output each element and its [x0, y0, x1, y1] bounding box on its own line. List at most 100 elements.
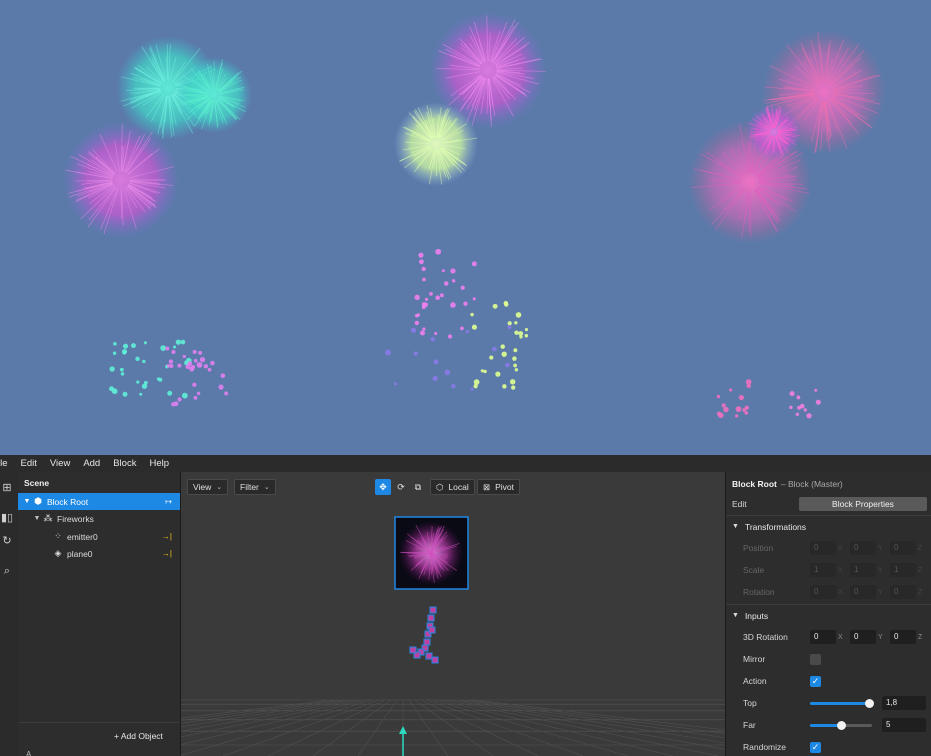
far-value-field[interactable]: 5: [882, 718, 926, 732]
tree-item-block-root[interactable]: ▼ ⬢ Block Root ↦: [18, 493, 180, 510]
firework-spark: [165, 346, 170, 351]
edit-label: Edit: [732, 499, 747, 509]
action-label: Action: [743, 676, 767, 686]
firework-spark: [492, 303, 498, 309]
move-tool-button[interactable]: ✥: [375, 479, 391, 495]
tree-item-plane0[interactable]: ◈ plane0 →|: [18, 545, 180, 562]
firework-spark: [803, 408, 807, 412]
firework-spark: [192, 349, 197, 355]
firework-spark: [119, 367, 124, 372]
scale-x-field[interactable]: 1: [810, 563, 836, 577]
top-value-field[interactable]: 1,8: [882, 696, 926, 710]
firework-spark: [814, 388, 818, 392]
firework-spark: [419, 330, 425, 336]
firework-spark: [515, 312, 522, 318]
menu-view[interactable]: View: [50, 458, 70, 469]
menu-add[interactable]: Add: [83, 458, 100, 469]
rotation3d-y-field[interactable]: 0: [850, 630, 876, 644]
scale-icon: ⧉: [414, 481, 422, 492]
firework-spark: [439, 293, 444, 298]
grid-line: [468, 699, 725, 734]
scale-y-field[interactable]: 1: [850, 563, 876, 577]
firework-spark: [185, 364, 191, 370]
block-properties-button[interactable]: Block Properties: [799, 497, 927, 511]
firework-spark: [721, 403, 726, 408]
tree-item-emitter0[interactable]: ⁘ emitter0 →|: [18, 528, 180, 545]
expand-arrow-icon[interactable]: ▼: [22, 498, 32, 505]
inputs-section[interactable]: ▼ Inputs: [726, 604, 931, 626]
rotation3d-x-field[interactable]: 0: [810, 630, 836, 644]
bars-icon[interactable]: ▮▯: [0, 511, 14, 525]
fireworks-preview-svg: [63, 12, 886, 419]
y-axis-arrow-icon[interactable]: [399, 726, 407, 734]
output-icon[interactable]: →|: [162, 549, 172, 558]
position-y-field[interactable]: 0: [850, 541, 876, 555]
top-slider-thumb[interactable]: [864, 698, 874, 708]
firework-spark: [742, 408, 747, 412]
emitter-particle-marker: [428, 626, 436, 634]
position-z-field[interactable]: 0: [890, 541, 916, 555]
3d-viewport[interactable]: View ⌄ Filter ⌄ ✥ ⟳ ⧉ ⬡ Local ⊠ Pivot: [181, 472, 725, 756]
firework-spark: [422, 327, 426, 331]
firework-spark: [509, 379, 516, 385]
section-label: Inputs: [744, 610, 769, 621]
fireworks-preview-canvas[interactable]: [0, 0, 931, 455]
rotation-x-field[interactable]: 0: [810, 585, 836, 599]
rotate-tool-button[interactable]: ⟳: [393, 479, 409, 495]
firework-spark: [495, 371, 501, 377]
scale-z-field[interactable]: 1: [890, 563, 916, 577]
grid-line: [474, 699, 725, 731]
rotation-z-field[interactable]: 0: [890, 585, 916, 599]
far-slider-thumb[interactable]: [837, 720, 846, 730]
top-slider[interactable]: [810, 698, 874, 708]
randomize-checkbox[interactable]: ✓: [810, 741, 821, 753]
expand-arrow-icon[interactable]: ▼: [32, 515, 42, 522]
firework-spark: [472, 297, 476, 301]
firework-spark: [451, 384, 456, 389]
transformations-section[interactable]: ▼ Transformations: [726, 515, 931, 537]
rotation-y-field[interactable]: 0: [850, 585, 876, 599]
output-icon[interactable]: →|: [162, 532, 172, 541]
refresh-icon[interactable]: ↻: [0, 534, 14, 548]
action-checkbox[interactable]: ✓: [810, 675, 821, 687]
firework-sparks: [109, 248, 821, 419]
firework-spark: [492, 346, 497, 352]
filter-dropdown[interactable]: Filter ⌄: [234, 479, 276, 495]
chevron-down-icon: ⌄: [263, 484, 270, 491]
rotation3d-z-field[interactable]: 0: [890, 630, 916, 644]
emitter-particle-marker: [427, 614, 435, 622]
add-object-button[interactable]: + Add Object: [114, 731, 163, 741]
local-space-button[interactable]: ⬡ Local: [430, 479, 475, 495]
scene-header: Scene: [24, 478, 50, 488]
mirror-label: Mirror: [743, 654, 766, 664]
rotate-icon: ⟳: [397, 481, 405, 492]
far-slider[interactable]: [810, 720, 872, 730]
link-icon[interactable]: ↦: [165, 497, 172, 506]
firework-spark: [177, 363, 182, 368]
position-x-field[interactable]: 0: [810, 541, 836, 555]
layout-icon[interactable]: ⊞: [0, 481, 14, 495]
firework-spark: [220, 373, 226, 379]
menu-help[interactable]: Help: [149, 458, 169, 469]
menu-file[interactable]: ile: [0, 458, 8, 469]
emitter-gizmo[interactable]: [409, 606, 439, 664]
view-dropdown[interactable]: View ⌄: [187, 479, 229, 495]
edit-row: Edit Block Properties: [726, 493, 931, 515]
emitter-icon: ⁘: [54, 531, 62, 541]
firework-spark: [173, 401, 179, 407]
search-icon[interactable]: ⌕: [0, 564, 14, 578]
firework-spark: [168, 359, 174, 364]
menu-edit[interactable]: Edit: [21, 458, 37, 469]
emitter-particle-marker: [431, 656, 439, 664]
pivot-button[interactable]: ⊠ Pivot: [477, 479, 521, 495]
menu-block[interactable]: Block: [113, 458, 136, 469]
scale-tool-button[interactable]: ⧉: [410, 479, 426, 495]
tree-item-fireworks[interactable]: ▼ ⁂ Fireworks: [18, 510, 180, 527]
firework-spark: [806, 413, 812, 419]
block-type: – Block (Master): [780, 479, 843, 489]
firework-spark: [218, 384, 224, 390]
firework-spark: [207, 367, 212, 372]
mirror-checkbox[interactable]: [810, 653, 821, 665]
grid-line: [414, 699, 494, 756]
top-slider-fill: [810, 701, 869, 705]
